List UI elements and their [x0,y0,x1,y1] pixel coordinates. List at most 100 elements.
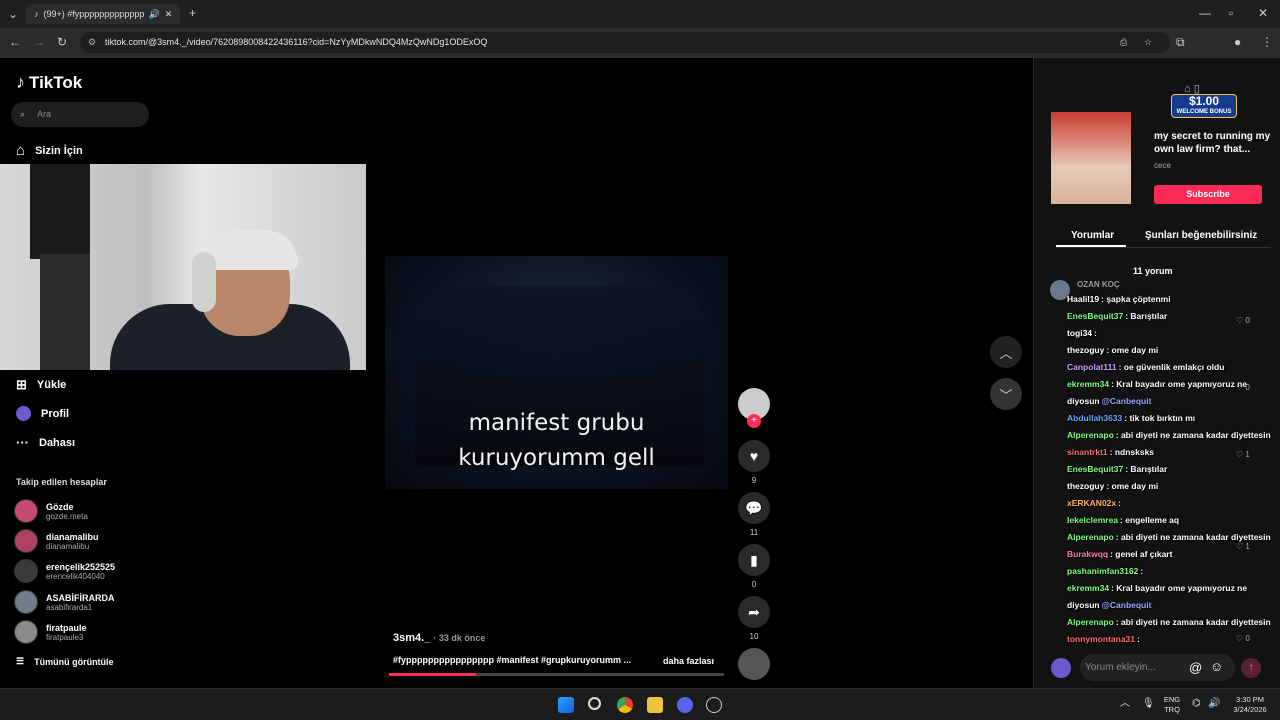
chat-message: sinantrkt1: ndnsksks [1067,447,1154,457]
author-name[interactable]: 3sm4._ [393,632,430,644]
discord-icon[interactable] [677,697,693,713]
site-info-icon[interactable]: ⚙ [88,32,96,53]
forward-icon[interactable]: → [33,36,45,48]
chat-text: : [1140,566,1144,576]
bookmark-icon[interactable]: ▮ [738,544,770,576]
chat-text: : Kral bayadır ome yapmıyoruz ne [1111,583,1248,593]
chat-text: : Kral bayadır ome yapmıyoruz ne [1111,379,1248,389]
tray-chevron-icon[interactable]: ︿ [1120,699,1130,709]
followed-account[interactable]: firatpaule firatpaule3 [14,620,87,644]
minimize-icon[interactable]: — [1199,7,1211,19]
music-disc-icon[interactable] [738,648,770,680]
mention-icon[interactable]: @ [1189,660,1202,675]
browser-tab[interactable]: ♪ (99+) #fyppppppppppppppp 🔊 ✕ [26,4,180,24]
chat-username: Canpolat111 [1067,362,1117,372]
install-icon[interactable]: ⎙ [1120,32,1127,53]
chat-username: sinantrkt1 [1067,447,1108,457]
chat-username: Abdullah3633 [1067,413,1123,423]
nav-upload[interactable]: ⊞ Yükle [16,377,66,393]
app-icon[interactable] [706,697,722,713]
ad-image[interactable] [1051,112,1131,204]
tab-close-icon[interactable]: ✕ [165,9,173,20]
tab-audio-icon[interactable]: 🔊 [149,9,160,20]
maximize-icon[interactable]: ▫ [1229,7,1233,19]
comment-like-count[interactable]: ♡ 1 [1236,450,1250,459]
comment-like-count[interactable]: ♡ 0 [1236,383,1250,392]
followed-account[interactable]: erençelik252525 erencelik404040 [14,559,115,583]
post-time: · 33 dk önce [433,633,486,643]
bookmark-star-icon[interactable]: ☆ [1144,32,1152,53]
first-commenter-name[interactable]: OZAN KOÇ [1077,280,1120,289]
heart-icon[interactable]: ♥ [738,440,770,472]
search-taskbar-icon[interactable] [588,697,601,710]
extensions-icon[interactable]: ⧉ [1176,36,1185,48]
lang-primary: ENG [1163,695,1181,704]
see-all-following[interactable]: ☰ Tümünü görüntüle [16,656,114,667]
chat-username: xERKAN02x [1067,498,1117,508]
followed-account[interactable]: dianamalibu dianamalibu [14,529,99,553]
more-link[interactable]: daha fazlası [663,656,714,666]
bonus-label: WELCOME BONUS [1176,109,1232,115]
menu-icon[interactable]: ⋮ [1261,36,1273,48]
chat-message: diyosun @Canbequit [1067,600,1151,610]
chat-message: Abdullah3633: tik tok bırktın mı [1067,413,1195,423]
nav-more[interactable]: ··· Dahası [16,435,75,450]
sidebar: ♪ TikTok ⌕ Ara ⌂ Sizin İçin ⊞ Yükle Prof… [0,58,180,688]
share-icon[interactable]: ➦ [738,596,770,628]
tab-list-icon[interactable]: ⌄ [8,8,18,20]
volume-icon[interactable]: 🔊 [1208,699,1220,709]
music-disc-action[interactable] [738,648,770,680]
network-icon[interactable]: ⌬ [1192,699,1201,709]
welcome-bonus-badge[interactable]: $1.00 WELCOME BONUS [1171,94,1237,118]
tiktok-favicon-icon: ♪ [34,9,39,19]
clock[interactable]: 3:30 PM 3/24/2026 [1226,695,1274,715]
video-player[interactable]: manifest grubu kuruyorumm gell [385,256,728,489]
avatar [14,590,38,614]
chat-username: Burakwqq [1067,549,1109,559]
comment-like-count[interactable]: ♡ 0 [1236,316,1250,325]
follow-plus-icon[interactable]: + [747,414,761,428]
comment-action[interactable]: 💬 11 [738,492,770,537]
url-field[interactable]: ⚙ tiktok.com/@3sm4._/video/7620898008422… [80,32,1170,53]
chat-message: lekelclemrea: engelleme aq [1067,515,1179,525]
comment-like-count[interactable]: ♡ 0 [1236,634,1250,643]
share-action[interactable]: ➦ 10 [738,596,770,641]
nav-more-label: Dahası [39,436,76,449]
emoji-icon[interactable]: ☺ [1210,659,1223,674]
search-input[interactable]: ⌕ Ara [11,102,149,127]
tab-you-may-like[interactable]: Şunları beğenebilirsiniz [1145,230,1257,241]
video-overlay-line2: kuruyorumm gell [458,445,655,471]
creator-avatar-action[interactable]: + [738,388,770,428]
back-icon[interactable]: ← [9,36,21,48]
language-indicator[interactable]: ENG TRQ [1160,695,1184,715]
send-button[interactable]: ↑ [1241,658,1261,678]
poster-figure [40,254,90,370]
account-handle: erencelik404040 [46,571,105,581]
new-tab-icon[interactable]: + [189,7,196,19]
followed-account[interactable]: ASABİFİRARDA asabifirarda1 [14,590,115,614]
comment-icon[interactable]: 💬 [738,492,770,524]
chat-message: pashanimfan3162: [1067,566,1143,576]
chat-text: : şapka çöptenmi [1101,294,1171,304]
chrome-icon[interactable] [617,697,633,713]
save-action[interactable]: ▮ 0 [738,544,770,589]
previous-video-button[interactable]: ︿ [990,336,1022,368]
subscribe-button[interactable]: Subscribe [1154,185,1262,204]
file-explorer-icon[interactable] [647,697,663,713]
account-name: ASABİFİRARDA [46,592,115,603]
profile-icon[interactable]: ● [1234,36,1241,48]
close-window-icon[interactable]: ✕ [1258,7,1268,19]
next-video-button[interactable]: ﹀ [990,378,1022,410]
nav-profile[interactable]: Profil [16,406,69,421]
comment-like-count[interactable]: ♡ 1 [1236,542,1250,551]
tab-comments[interactable]: Yorumlar [1071,230,1114,241]
nav-for-you[interactable]: ⌂ Sizin İçin [16,142,83,159]
video-progress-track[interactable] [389,673,724,676]
reload-icon[interactable]: ↻ [57,36,67,48]
windows-start-icon[interactable] [558,697,574,713]
tiktok-logo[interactable]: ♪ TikTok [16,72,82,93]
like-action[interactable]: ♥ 9 [738,440,770,485]
followed-account[interactable]: Gözde gozde.meta [14,499,88,523]
search-icon: ⌕ [20,109,26,119]
mic-icon[interactable]: 🎙 [1142,699,1155,709]
